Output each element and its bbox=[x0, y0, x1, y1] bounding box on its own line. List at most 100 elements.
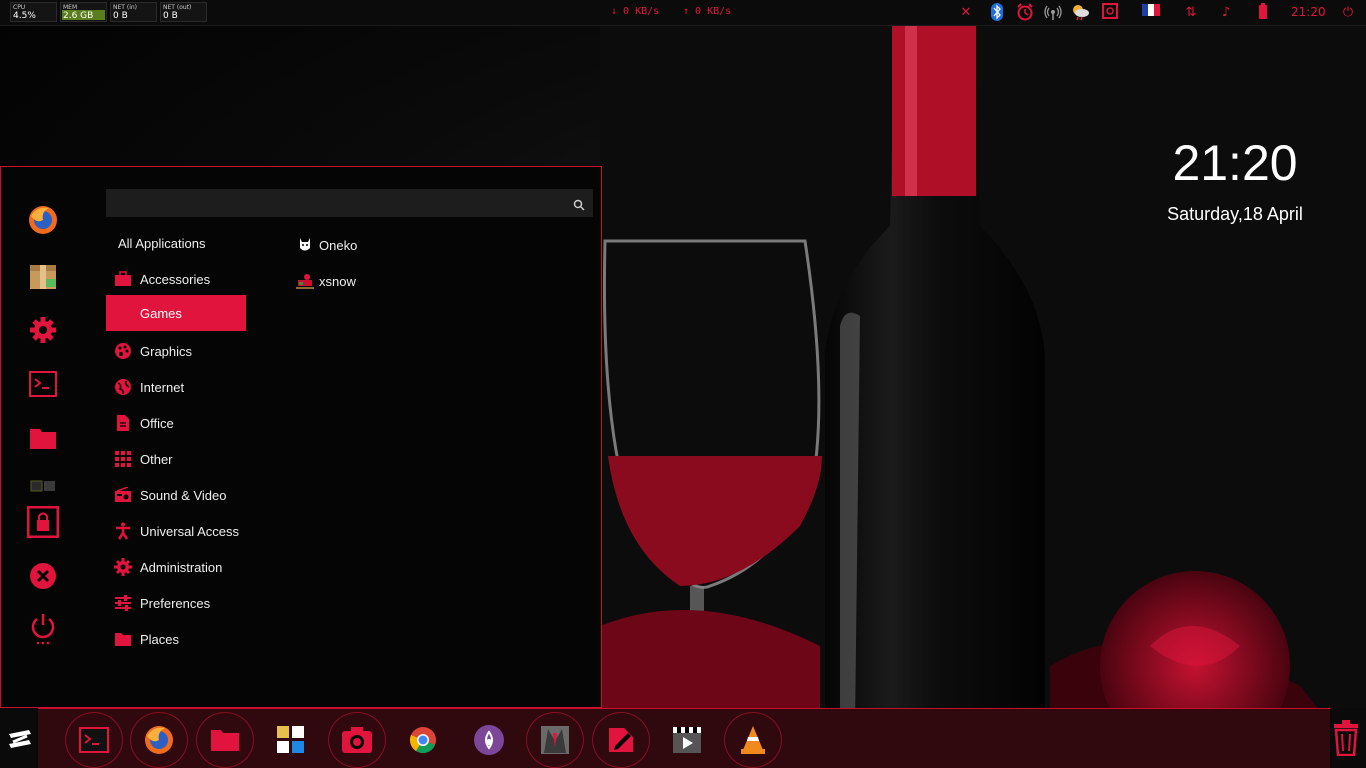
cat-icon bbox=[291, 236, 319, 254]
settings-icon[interactable] bbox=[26, 313, 60, 347]
battery-icon[interactable] bbox=[1253, 3, 1273, 23]
cpu-monitor[interactable]: CPU 4.5% bbox=[10, 2, 57, 22]
category-other[interactable]: Other bbox=[106, 441, 246, 477]
france-flag-icon[interactable] bbox=[1141, 3, 1161, 23]
download-speed: ↓ 0 KB/s bbox=[611, 6, 660, 17]
favorites-column bbox=[1, 167, 87, 707]
trash-icon[interactable] bbox=[1328, 716, 1364, 760]
firefox-icon bbox=[145, 726, 173, 754]
taskbar-vlc[interactable] bbox=[724, 712, 782, 768]
category-preferences[interactable]: Preferences bbox=[106, 585, 246, 621]
gear-icon bbox=[106, 549, 140, 585]
net-in-label: NET (in) bbox=[113, 4, 138, 11]
top-clock[interactable]: 21:20 bbox=[1291, 5, 1326, 19]
taskbar-calendar-widget[interactable] bbox=[262, 712, 320, 768]
vlc-icon bbox=[741, 726, 765, 754]
category-internet[interactable]: Internet bbox=[106, 369, 246, 405]
power-icon[interactable]: ⏻ bbox=[1338, 3, 1358, 23]
top-panel: CPU 4.5% MEM 2.6 GB NET (in) 0 B NET (ou… bbox=[0, 0, 1366, 26]
taskbar-terminal[interactable] bbox=[65, 712, 123, 768]
zorin-logo-icon bbox=[9, 730, 31, 748]
cpu-value: 4.5% bbox=[13, 11, 36, 21]
taskbar-screenshot[interactable] bbox=[328, 712, 386, 768]
radio-icon bbox=[106, 477, 140, 513]
weather-icon[interactable] bbox=[1070, 3, 1090, 23]
folder-icon[interactable] bbox=[26, 421, 60, 455]
terminal-icon bbox=[79, 727, 109, 753]
network-arrows-icon[interactable]: ⇅ bbox=[1181, 3, 1201, 23]
chrome-icon bbox=[409, 727, 436, 754]
category-label: All Applications bbox=[118, 235, 206, 251]
category-sound-video[interactable]: Sound & Video bbox=[106, 477, 246, 513]
start-menu-button[interactable] bbox=[0, 710, 40, 768]
firefox-icon[interactable] bbox=[26, 203, 60, 237]
document-icon bbox=[106, 405, 140, 441]
briefcase-icon bbox=[106, 261, 140, 297]
app-label: Oneko bbox=[319, 237, 358, 253]
taskbar-video-editor[interactable] bbox=[658, 712, 716, 768]
package-icon[interactable] bbox=[26, 259, 60, 293]
app-oneko[interactable]: Oneko bbox=[291, 230, 357, 260]
taskbar-files[interactable] bbox=[196, 712, 254, 768]
app-label: xsnow bbox=[319, 273, 356, 289]
files-icon bbox=[211, 730, 239, 751]
music-icon[interactable]: ♪ bbox=[1216, 3, 1236, 23]
application-menu: All Applications Accessories Games Graph… bbox=[0, 166, 602, 708]
category-label: Places bbox=[140, 631, 180, 647]
search-icon[interactable] bbox=[573, 196, 585, 215]
close-icon[interactable]: ✕ bbox=[956, 3, 976, 23]
desktop-clock-time: 21:20 bbox=[1172, 135, 1298, 191]
cpu-label: CPU bbox=[13, 4, 26, 11]
net-out-monitor[interactable]: NET (out) 0 B bbox=[160, 2, 207, 22]
category-label: Preferences bbox=[140, 595, 211, 611]
category-games[interactable]: Games bbox=[106, 295, 246, 331]
taskbar-tor[interactable] bbox=[460, 712, 518, 768]
desktop-clock-date: Saturday,18 April bbox=[1167, 204, 1303, 224]
folder-icon bbox=[106, 621, 140, 657]
taskbar-suit[interactable] bbox=[526, 712, 584, 768]
app-xsnow[interactable]: xsnow bbox=[291, 266, 356, 296]
memory-monitor[interactable]: MEM 2.6 GB bbox=[60, 2, 107, 22]
grid-icon bbox=[106, 441, 140, 477]
category-label: Other bbox=[140, 451, 173, 467]
category-all-applications[interactable]: All Applications bbox=[106, 225, 246, 261]
category-places[interactable]: Places bbox=[106, 621, 246, 657]
net-in-value: 0 B bbox=[113, 11, 128, 21]
upload-speed: ↑ 0 KB/s bbox=[683, 6, 732, 17]
category-label: Accessories bbox=[140, 271, 211, 287]
accessibility-icon bbox=[106, 513, 140, 549]
logout-icon[interactable] bbox=[26, 559, 60, 593]
system-monitor-icon[interactable] bbox=[26, 469, 60, 503]
wireless-icon[interactable] bbox=[1043, 3, 1063, 23]
category-label: Sound & Video bbox=[140, 487, 227, 503]
category-label: Graphics bbox=[140, 343, 193, 359]
bluetooth-icon[interactable] bbox=[987, 3, 1007, 23]
suit-icon bbox=[541, 726, 569, 754]
palette-icon bbox=[106, 333, 140, 369]
category-accessories[interactable]: Accessories bbox=[106, 261, 246, 297]
taskbar-firefox[interactable] bbox=[130, 712, 188, 768]
taskbar-editor[interactable] bbox=[592, 712, 650, 768]
notes-icon[interactable] bbox=[1100, 3, 1120, 23]
sliders-icon bbox=[106, 585, 140, 621]
menu-search-box[interactable] bbox=[106, 189, 593, 217]
net-in-monitor[interactable]: NET (in) 0 B bbox=[110, 2, 157, 22]
category-office[interactable]: Office bbox=[106, 405, 246, 441]
search-input[interactable] bbox=[106, 189, 546, 217]
lock-icon[interactable] bbox=[26, 505, 60, 539]
gamepad-icon bbox=[106, 295, 140, 331]
category-universal-access[interactable]: Universal Access bbox=[106, 513, 246, 549]
terminal-icon[interactable] bbox=[26, 367, 60, 401]
net-out-value: 0 B bbox=[163, 11, 178, 21]
category-label: Games bbox=[140, 305, 182, 321]
category-administration[interactable]: Administration bbox=[106, 549, 246, 585]
screenshot-icon bbox=[342, 727, 372, 753]
editor-icon bbox=[609, 728, 633, 752]
category-label: Administration bbox=[140, 559, 223, 575]
sleigh-icon bbox=[291, 272, 319, 290]
alarm-icon[interactable] bbox=[1015, 3, 1035, 23]
power-icon[interactable] bbox=[26, 611, 60, 645]
calendar-widget-icon bbox=[277, 726, 304, 753]
taskbar-chrome[interactable] bbox=[394, 712, 452, 768]
category-graphics[interactable]: Graphics bbox=[106, 333, 246, 369]
